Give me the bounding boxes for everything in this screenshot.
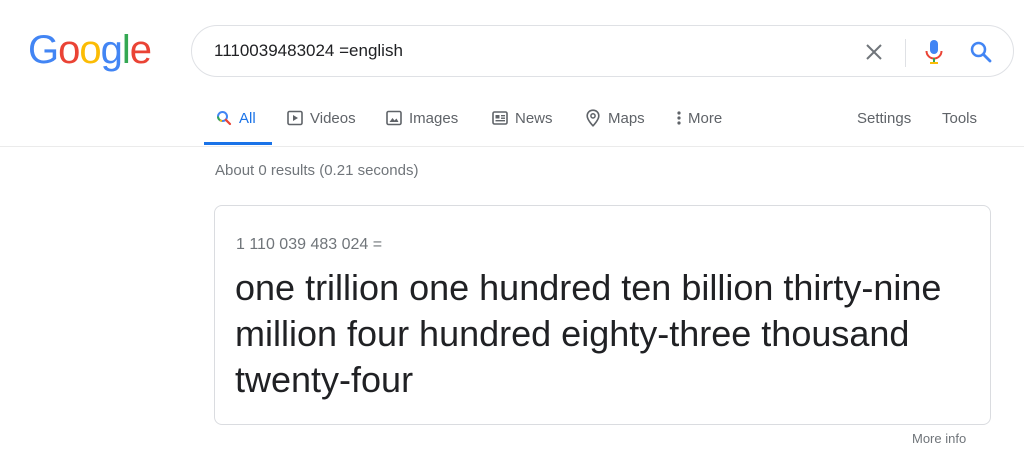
clear-button[interactable] (862, 40, 886, 64)
play-icon (287, 109, 303, 127)
answer-text: one trillion one hundred ten billion thi… (235, 267, 942, 400)
tab-label: All (239, 110, 256, 127)
logo-letter: g (100, 28, 123, 72)
image-icon (386, 109, 402, 127)
tab-label: Videos (310, 110, 356, 127)
tab-images[interactable]: Images (386, 100, 458, 144)
tab-more[interactable]: More (676, 100, 722, 144)
tools-link[interactable]: Tools (942, 100, 977, 144)
tab-label: News (515, 110, 553, 127)
tab-news[interactable]: News (492, 100, 553, 144)
logo-letter: G (28, 28, 59, 72)
news-icon (492, 109, 508, 127)
search-button[interactable] (968, 39, 994, 65)
settings-link[interactable]: Settings (857, 100, 911, 144)
calculator-card: 1 110 039 483 024 = one trillion one hun… (214, 205, 991, 425)
divider (905, 39, 906, 67)
tab-label: Maps (608, 110, 645, 127)
logo-letter: l (121, 28, 131, 72)
search-box (191, 25, 1014, 77)
microphone-icon (925, 40, 943, 64)
settings-label: Settings (857, 110, 912, 127)
tools-label: Tools (942, 110, 978, 127)
tab-maps[interactable]: Maps (585, 100, 645, 144)
logo-letter: o (79, 28, 101, 72)
more-info-link[interactable]: More info (912, 431, 966, 446)
tab-label: Images (409, 110, 459, 127)
close-icon (866, 44, 882, 60)
search-tabs: All Videos Images News Maps More Setting… (0, 100, 1024, 147)
logo-letter: e (129, 28, 152, 72)
logo-letter: o (58, 28, 80, 72)
voice-search-button[interactable] (922, 38, 946, 66)
search-icon (970, 41, 992, 63)
search-icon (216, 109, 232, 127)
map-pin-icon (585, 109, 601, 127)
expression: 1 110 039 483 024 = (236, 236, 383, 253)
tab-all[interactable]: All (204, 100, 272, 145)
search-input[interactable] (214, 40, 834, 62)
google-logo[interactable]: Google (28, 26, 152, 74)
tab-label: More (688, 110, 723, 127)
more-vert-icon (676, 109, 682, 127)
result-stats: About 0 results (0.21 seconds) (215, 162, 419, 179)
tab-videos[interactable]: Videos (287, 100, 356, 144)
